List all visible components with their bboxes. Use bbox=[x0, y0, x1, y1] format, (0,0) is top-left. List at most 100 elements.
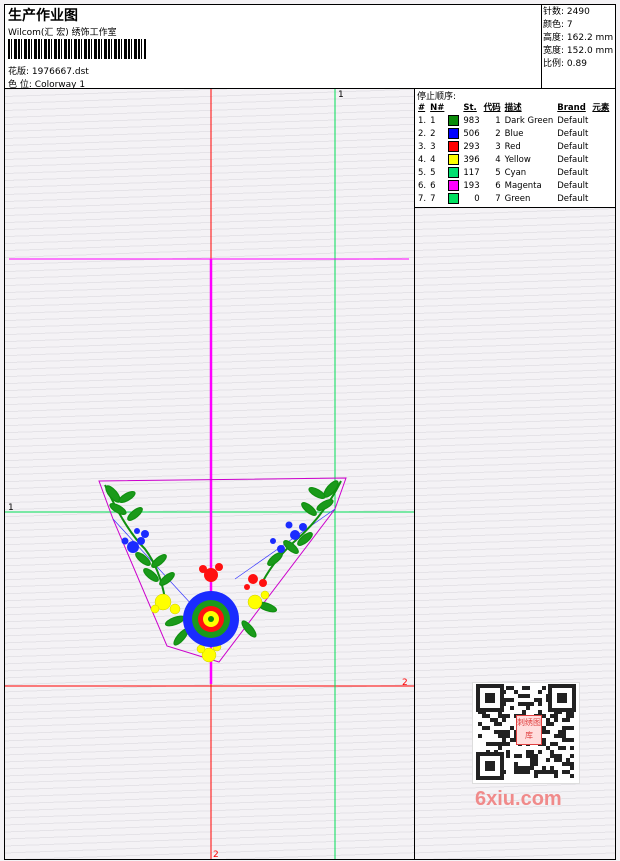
height-label: 高度: bbox=[543, 33, 565, 43]
cell-idx: 2. bbox=[418, 129, 427, 139]
color-count-value: 7 bbox=[566, 20, 573, 30]
cell-idx: 6. bbox=[418, 181, 427, 191]
cell-brand: Default bbox=[557, 142, 589, 152]
page-title: 生产作业图 bbox=[8, 8, 78, 24]
color-swatch bbox=[448, 115, 460, 126]
color-swatch-cell bbox=[446, 193, 461, 206]
stats-panel: 针数: 2490 颜色: 7 高度: 162.2 mm 宽度: 152.0 mm… bbox=[541, 4, 616, 89]
company-name: Wilcom(汇 宏) 绣饰工作室 bbox=[8, 28, 117, 38]
header-panel: 生产作业图 Wilcom(汇 宏) 绣饰工作室 花版: 1976667.dst … bbox=[4, 4, 542, 90]
scale-value: 0.89 bbox=[566, 59, 587, 69]
color-swatch-cell bbox=[446, 115, 461, 128]
column-header: N# bbox=[430, 103, 445, 113]
color-swatch bbox=[448, 167, 460, 178]
left-branch bbox=[104, 484, 189, 646]
table-row: 2. 2 506 2 Blue Default bbox=[416, 128, 611, 141]
cell-code: 7 bbox=[495, 194, 501, 204]
cell-code: 1 bbox=[495, 116, 501, 126]
design-canvas[interactable]: 1 1 2 2 bbox=[4, 88, 415, 860]
table-row: 4. 4 396 4 Yellow Default bbox=[416, 154, 611, 167]
cell-brand: Default bbox=[557, 168, 589, 178]
column-header: 代码 bbox=[483, 103, 501, 113]
red-flowers bbox=[199, 563, 267, 590]
color-count-label: 颜色: bbox=[543, 20, 565, 30]
watermark-badge: 刺绣图库 bbox=[516, 715, 542, 745]
cell-st: 293 bbox=[463, 142, 480, 152]
side-panel: 刺绣图库 6xiu.com bbox=[414, 207, 616, 860]
design-file-label: 花版: bbox=[8, 67, 30, 77]
stitch-count-row: 针数: 2490 bbox=[543, 6, 590, 19]
scale-row: 比例: 0.89 bbox=[543, 58, 587, 71]
watermark-text: 6xiu.com bbox=[475, 788, 562, 810]
color-swatch-cell bbox=[446, 141, 461, 154]
cell-code: 3 bbox=[495, 142, 501, 152]
table-row: 5. 5 117 5 Cyan Default bbox=[416, 167, 611, 180]
scale-label: 比例: bbox=[543, 59, 565, 69]
cell-code: 5 bbox=[495, 168, 501, 178]
cell-desc: Cyan bbox=[504, 168, 527, 178]
color-swatch bbox=[448, 154, 460, 165]
cell-n: 2 bbox=[430, 129, 436, 139]
cell-brand: Default bbox=[557, 129, 589, 139]
cell-idx: 1. bbox=[418, 116, 427, 126]
cell-idx: 3. bbox=[418, 142, 427, 152]
cell-st: 983 bbox=[463, 116, 480, 126]
cell-brand: Default bbox=[557, 181, 589, 191]
cell-brand: Default bbox=[557, 194, 589, 204]
cell-code: 2 bbox=[495, 129, 501, 139]
color-swatch bbox=[448, 193, 460, 204]
table-row: 3. 3 293 3 Red Default bbox=[416, 141, 611, 154]
stop-sequence-panel: 停止顺序: # N# St. 代码 描述 Brand 元素 1. 1 983 1 Dar… bbox=[414, 88, 616, 208]
cell-st: 117 bbox=[463, 168, 480, 178]
cell-n: 6 bbox=[430, 181, 436, 191]
color-swatch-cell bbox=[446, 167, 461, 180]
barcode bbox=[8, 39, 146, 59]
cell-desc: Blue bbox=[504, 129, 524, 139]
width-row: 宽度: 152.0 mm bbox=[543, 45, 613, 58]
cell-n: 1 bbox=[430, 116, 436, 126]
cell-code: 4 bbox=[495, 155, 501, 165]
width-label: 宽度: bbox=[543, 46, 565, 56]
cell-st: 0 bbox=[474, 194, 480, 204]
guide-label-2-bottom: 2 bbox=[213, 850, 219, 859]
stop-sequence-table: # N# St. 代码 描述 Brand 元素 1. 1 983 1 Dark Gree… bbox=[416, 102, 611, 206]
cell-idx: 7. bbox=[418, 194, 427, 204]
cell-desc: Yellow bbox=[504, 155, 531, 165]
color-swatch bbox=[448, 128, 460, 139]
cell-st: 193 bbox=[463, 181, 480, 191]
width-value: 152.0 mm bbox=[566, 46, 614, 56]
cell-desc: Magenta bbox=[504, 181, 542, 191]
stitch-count-label: 针数: bbox=[543, 7, 565, 17]
height-row: 高度: 162.2 mm bbox=[543, 32, 613, 45]
cell-desc: Dark Green bbox=[504, 116, 554, 126]
color-swatch bbox=[448, 141, 460, 152]
column-header: # bbox=[418, 103, 426, 113]
cell-n: 7 bbox=[430, 194, 436, 204]
design-file-value: 1976667.dst bbox=[31, 67, 89, 77]
color-swatch-cell bbox=[446, 128, 461, 141]
column-header: Brand bbox=[557, 103, 586, 113]
cell-idx: 4. bbox=[418, 155, 427, 165]
height-value: 162.2 mm bbox=[566, 33, 614, 43]
guide-label-1-top: 1 bbox=[338, 90, 344, 100]
color-swatch-cell bbox=[446, 154, 461, 167]
central-flower bbox=[183, 591, 239, 647]
color-count-row: 颜色: 7 bbox=[543, 19, 573, 32]
qr-code: 刺绣图库 bbox=[472, 682, 580, 784]
cell-code: 6 bbox=[495, 181, 501, 191]
design-file-row: 花版: 1976667.dst bbox=[8, 64, 89, 77]
stitch-count-value: 2490 bbox=[566, 7, 590, 17]
cell-st: 506 bbox=[463, 129, 480, 139]
table-row: 7. 7 0 7 Green Default bbox=[416, 193, 611, 206]
table-row: 1. 1 983 1 Dark Green Default bbox=[416, 115, 611, 128]
guide-label-2-right: 2 bbox=[402, 678, 408, 688]
blue-flowers bbox=[121, 521, 307, 553]
table-header-row: # N# St. 代码 描述 Brand 元素 bbox=[416, 102, 611, 115]
color-swatch bbox=[448, 180, 460, 191]
table-row: 6. 6 193 6 Magenta Default bbox=[416, 180, 611, 193]
guide-label-1-left: 1 bbox=[8, 503, 14, 513]
cell-n: 5 bbox=[430, 168, 436, 178]
cell-desc: Green bbox=[504, 194, 531, 204]
column-header: St. bbox=[463, 103, 477, 113]
cell-n: 4 bbox=[430, 155, 436, 165]
